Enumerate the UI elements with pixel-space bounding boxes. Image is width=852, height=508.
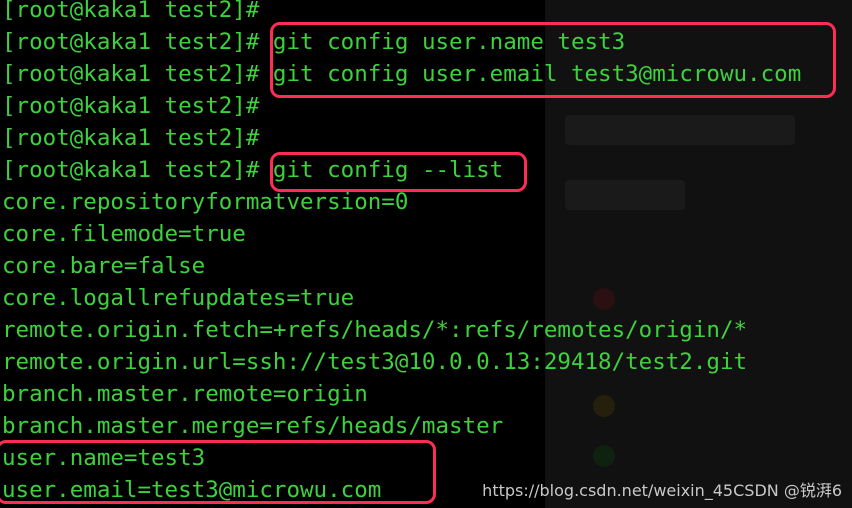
terminal-output-line: remote.origin.fetch=+refs/heads/*:refs/r… — [2, 317, 748, 343]
highlight-box-user-output — [0, 440, 436, 504]
terminal-line-prompt: [root@kaka1 test2]# — [2, 93, 260, 119]
terminal-window[interactable]: [root@kaka1 test2]# [root@kaka1 test2]# … — [0, 0, 852, 508]
terminal-line-prompt: [root@kaka1 test2]# — [2, 0, 260, 23]
terminal-output-line: branch.master.merge=refs/heads/master — [2, 413, 504, 439]
highlight-box-list-command — [270, 152, 527, 192]
terminal-output-line: remote.origin.url=ssh://test3@10.0.0.13:… — [2, 349, 748, 375]
ghost-toolbar — [565, 115, 795, 145]
ghost-red-dot — [593, 288, 615, 310]
highlight-box-config-commands — [270, 22, 836, 98]
terminal-output-line: core.filemode=true — [2, 221, 246, 247]
ghost-yellow-dot — [593, 395, 615, 417]
terminal-output-line: core.logallrefupdates=true — [2, 285, 355, 311]
terminal-line-prompt: [root@kaka1 test2]# — [2, 125, 260, 151]
terminal-output-line: core.bare=false — [2, 253, 206, 279]
ghost-label — [565, 180, 685, 210]
ghost-green-dot — [593, 445, 615, 467]
terminal-output-line: branch.master.remote=origin — [2, 381, 368, 407]
watermark: https://blog.csdn.net/weixin_45⁠CSDN @锐湃… — [482, 481, 842, 500]
